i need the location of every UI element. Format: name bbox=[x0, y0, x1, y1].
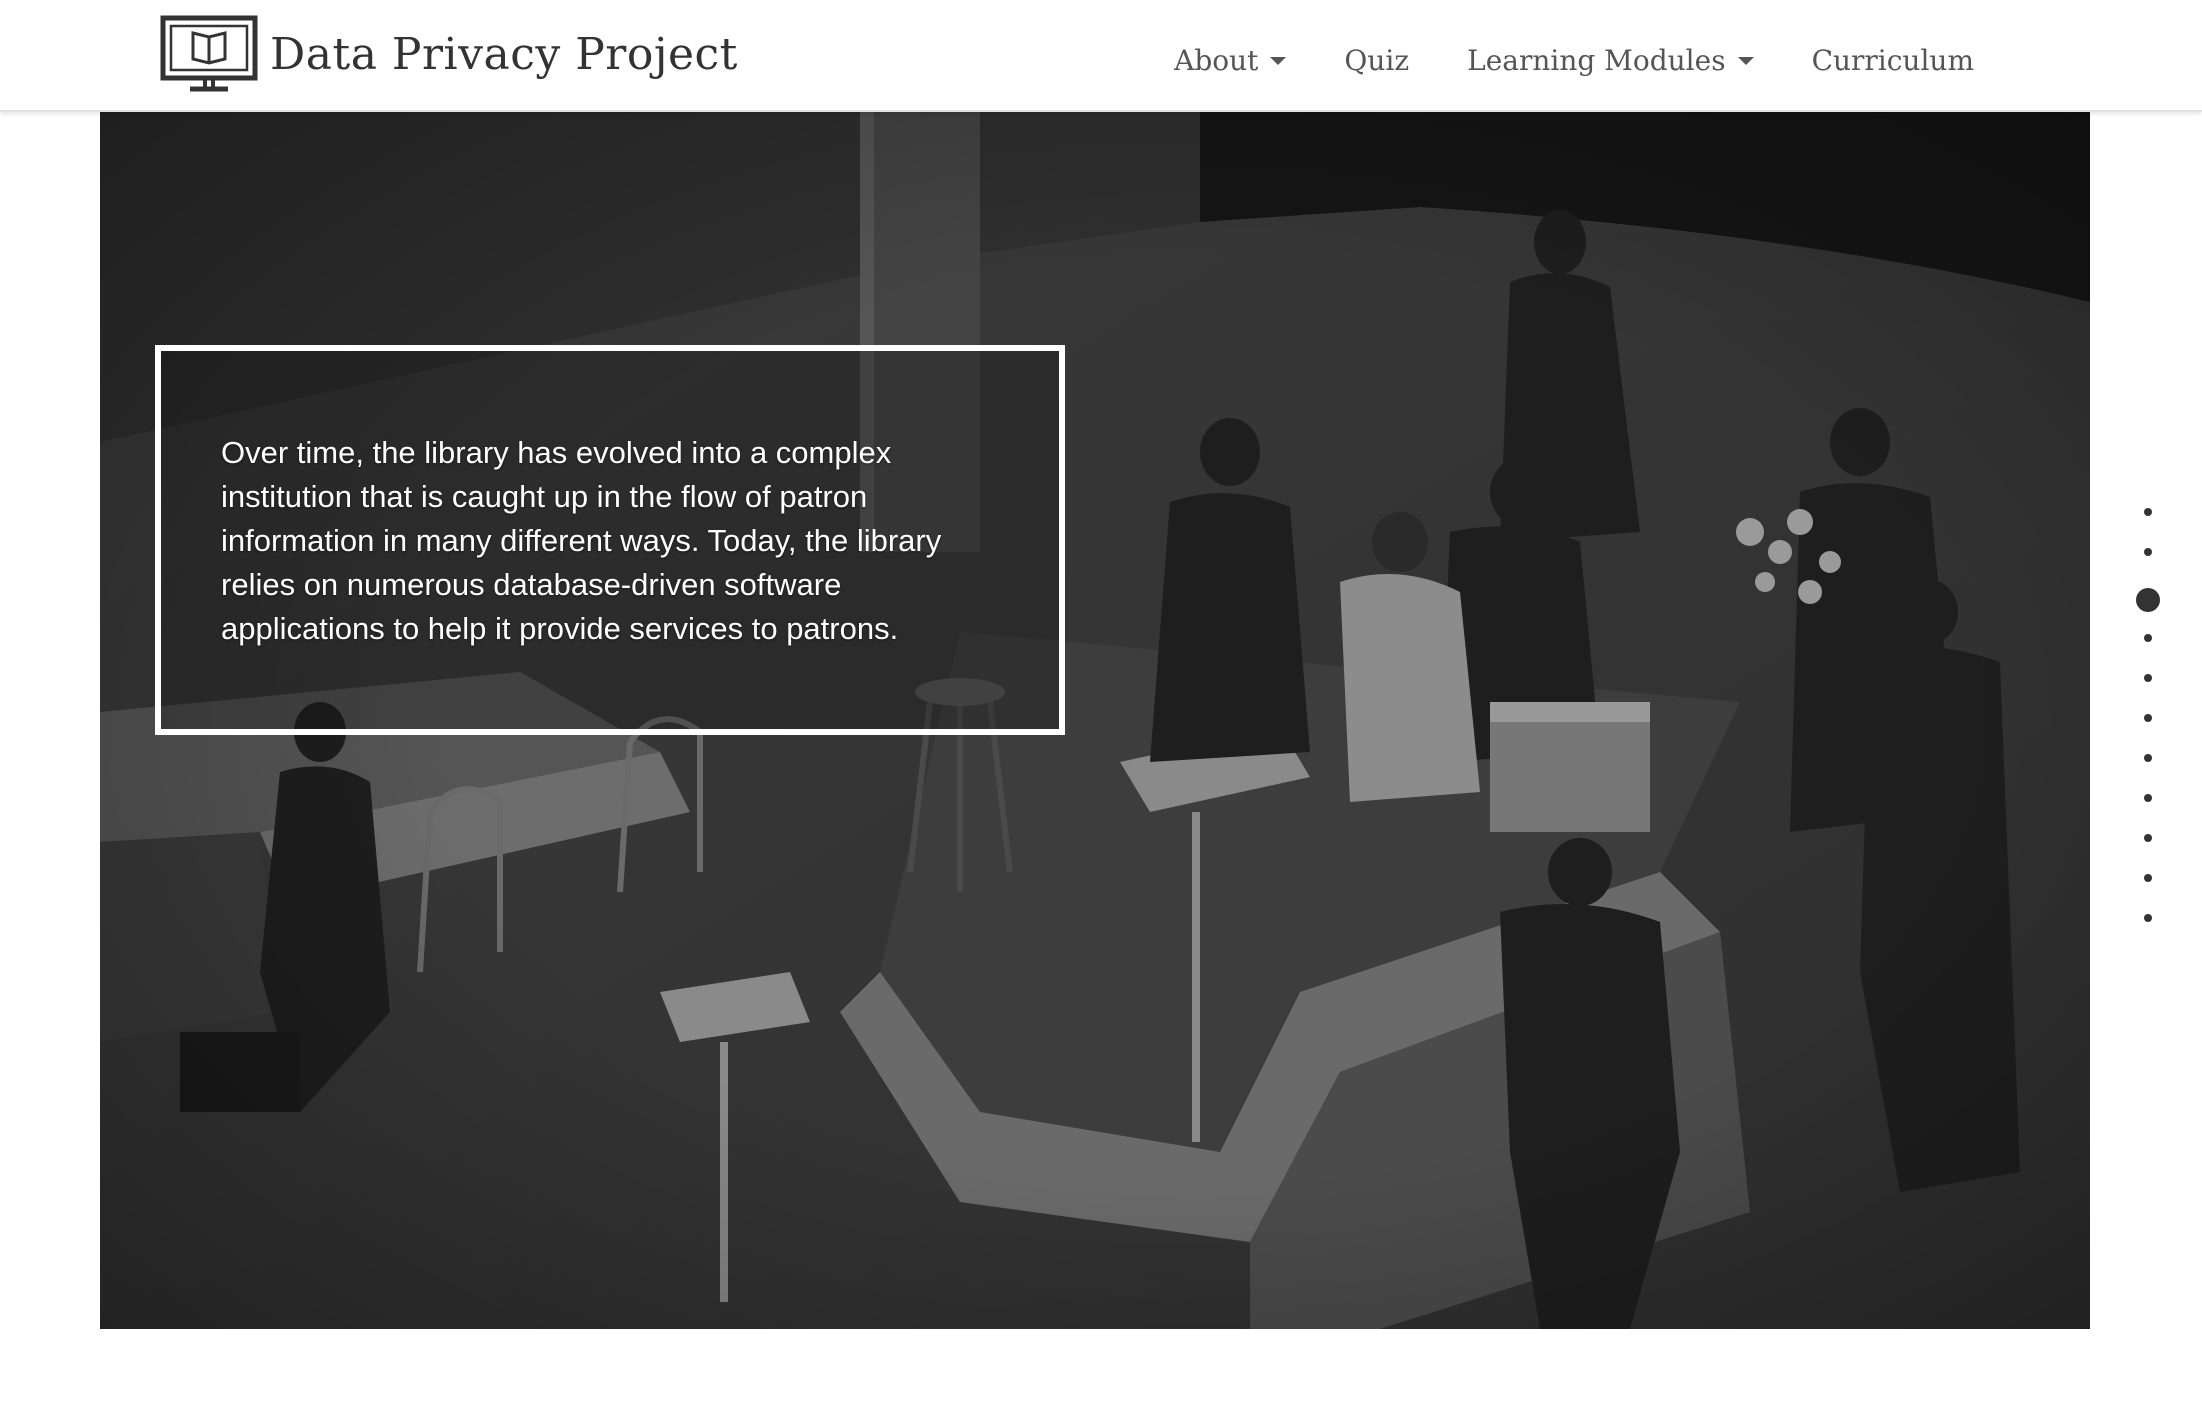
nav-about[interactable]: About bbox=[1174, 36, 1287, 77]
nav-quiz-label: Quiz bbox=[1344, 43, 1410, 77]
nav-curriculum[interactable]: Curriculum bbox=[1812, 36, 1974, 77]
hero-section: Over time, the library has evolved into … bbox=[100, 112, 2090, 1329]
brand-home-link[interactable]: Data Privacy Project bbox=[160, 15, 738, 93]
caret-down-icon bbox=[1737, 57, 1754, 65]
nav-learning-modules[interactable]: Learning Modules bbox=[1467, 36, 1754, 77]
caret-down-icon bbox=[1270, 57, 1287, 65]
nav-learning-modules-label: Learning Modules bbox=[1467, 43, 1726, 77]
hero-text: Over time, the library has evolved into … bbox=[221, 435, 942, 646]
section-dot-1[interactable] bbox=[2144, 508, 2152, 516]
section-dot-9[interactable] bbox=[2144, 834, 2152, 842]
section-dot-11[interactable] bbox=[2144, 914, 2152, 922]
main-nav: About Quiz Learning Modules Curriculum bbox=[1116, 0, 1974, 112]
section-dot-2[interactable] bbox=[2144, 548, 2152, 556]
nav-curriculum-label: Curriculum bbox=[1811, 43, 1974, 77]
brand-name: Data Privacy Project bbox=[270, 28, 738, 80]
hero-text-box: Over time, the library has evolved into … bbox=[155, 345, 1065, 735]
section-dot-7[interactable] bbox=[2144, 754, 2152, 762]
top-navbar: Data Privacy Project About Quiz Learning… bbox=[0, 0, 2202, 112]
section-dot-10[interactable] bbox=[2144, 874, 2152, 882]
nav-quiz[interactable]: Quiz bbox=[1344, 36, 1409, 77]
nav-about-label: About bbox=[1174, 43, 1259, 77]
section-dot-6[interactable] bbox=[2144, 714, 2152, 722]
computer-monitor-book-icon bbox=[160, 15, 258, 92]
section-dot-8[interactable] bbox=[2144, 794, 2152, 802]
section-dots-nav bbox=[2120, 508, 2176, 948]
section-dot-4[interactable] bbox=[2144, 634, 2152, 642]
section-dot-3-active[interactable] bbox=[2136, 588, 2160, 612]
section-dot-5[interactable] bbox=[2144, 674, 2152, 682]
